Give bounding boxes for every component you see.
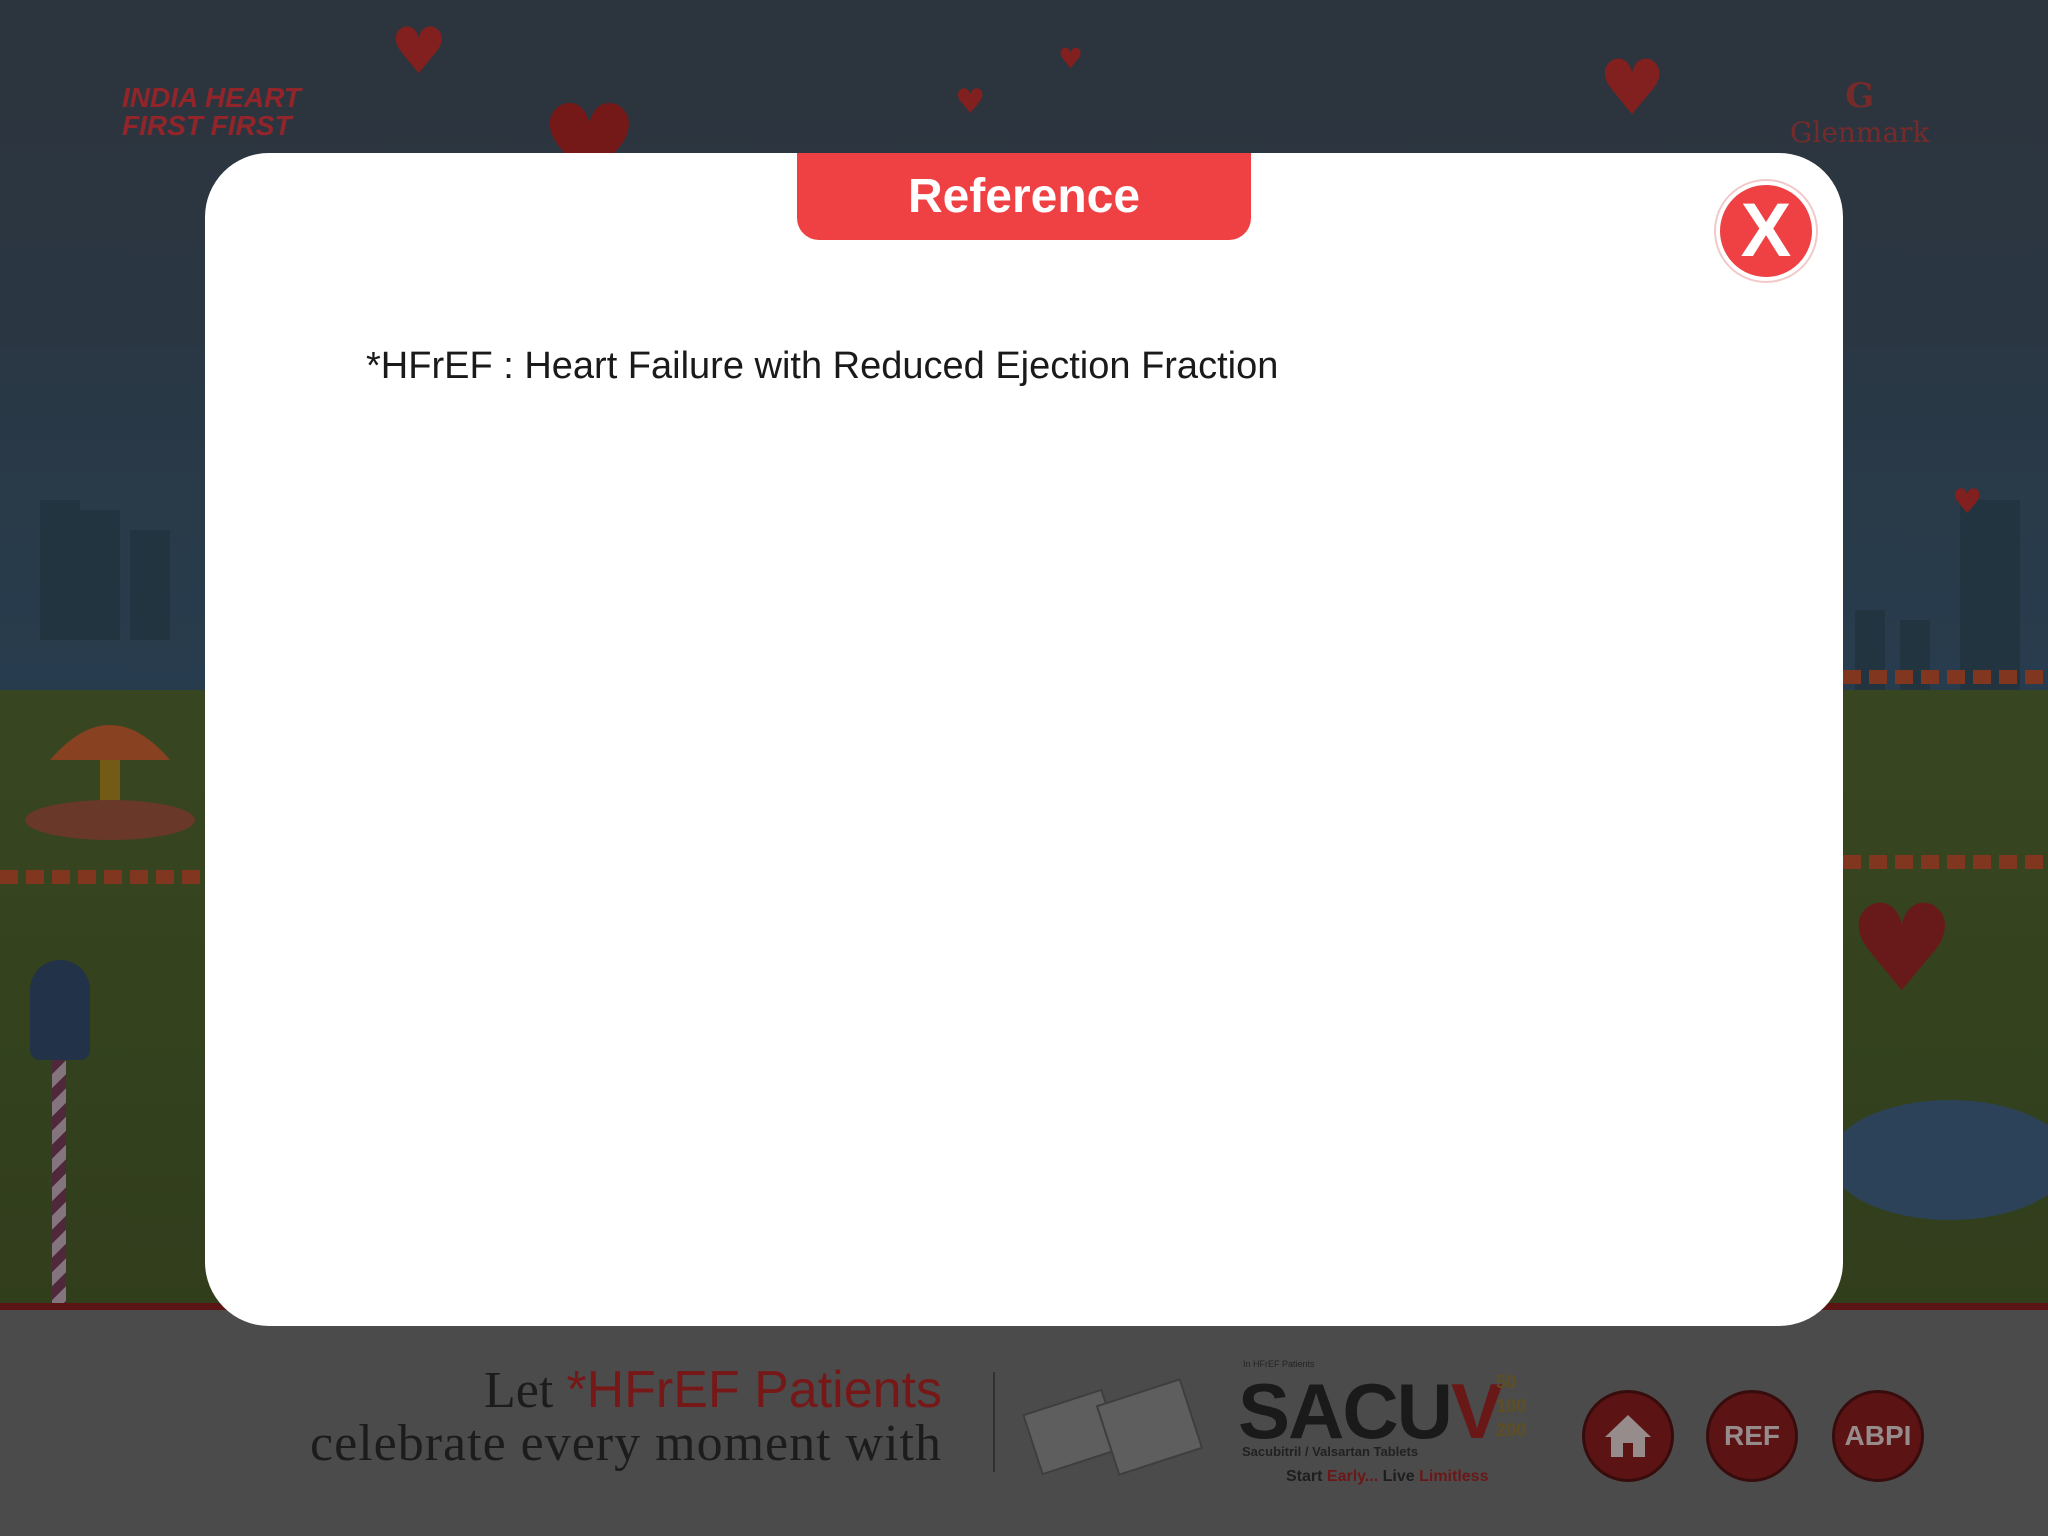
close-button[interactable]: X	[1716, 181, 1816, 281]
modal-title: Reference	[797, 153, 1251, 240]
reference-text: *HFrEF : Heart Failure with Reduced Ejec…	[366, 345, 1279, 387]
reference-modal	[205, 153, 1843, 1326]
